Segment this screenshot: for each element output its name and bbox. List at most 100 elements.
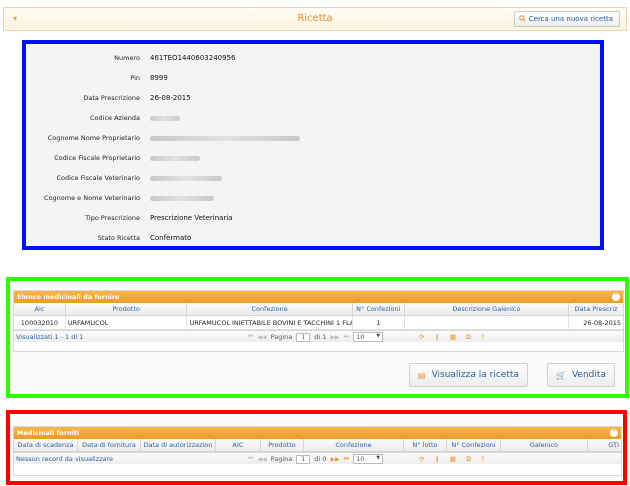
detail-label: Cognome e Nome Veterinario	[44, 194, 140, 202]
redacted-value	[150, 156, 200, 161]
column-header-confezione[interactable]: Confezione	[187, 303, 353, 315]
page-size-select[interactable]: 10 ▼	[353, 332, 384, 342]
column-header-galenico[interactable]: Galenico	[501, 439, 588, 451]
first-page-icon[interactable]: ⏮	[248, 333, 253, 341]
column-header-prodotto[interactable]: Prodotto	[66, 303, 188, 315]
help-icon[interactable]: ?	[481, 333, 484, 342]
pager-navigation: ⏮ ◀◀ Pagina 1 di 0 ▶▶ ⏭ 10 ▼	[248, 454, 384, 464]
medicines-to-supply-section: Elenco medicinali da fornire ⌃ Aic Prodo…	[6, 277, 629, 398]
grid-title: Elenco medicinali da fornire ⌃	[14, 291, 623, 303]
prev-page-icon[interactable]: ◀◀	[257, 456, 266, 463]
column-header-gtin[interactable]: GTI	[588, 439, 621, 451]
detail-row-codice-fiscale-proprietario: Codice Fiscale Proprietario	[26, 154, 600, 166]
collapse-icon[interactable]: ⌃	[610, 429, 618, 437]
column-header-aic[interactable]: AIC	[216, 439, 261, 451]
column-header-data-autorizzazione[interactable]: Data di autorizzazion	[141, 439, 216, 451]
medicines-supplied-section: Medicinali forniti ⌃ Data di scadenza Da…	[6, 410, 627, 485]
detail-row-pin: Pin 8999	[26, 74, 600, 86]
column-header-aic[interactable]: Aic	[14, 303, 66, 315]
page-label: Pagina	[270, 455, 293, 463]
detail-value: 26-08-2015	[150, 94, 191, 102]
redacted-value	[150, 196, 214, 201]
search-new-prescription-label: Cerca una nuova ricetta	[528, 15, 613, 23]
detail-row-stato-ricetta: Stato Ricetta Confermato	[26, 234, 600, 246]
popout-icon[interactable]: ⧉	[466, 455, 471, 464]
search-new-prescription-button[interactable]: Cerca una nuova ricetta	[513, 11, 620, 27]
refresh-icon[interactable]: ⟳	[419, 333, 424, 342]
column-header-data-fornitura[interactable]: Data di fornitura	[78, 439, 141, 451]
cart-icon: 🛒	[556, 370, 566, 380]
redacted-value	[150, 116, 180, 121]
view-prescription-button[interactable]: ▤ Visualizza la ricetta	[409, 363, 528, 387]
export-icon[interactable]: ▦	[450, 455, 456, 464]
last-page-icon[interactable]: ⏭	[344, 455, 349, 463]
cell-data-prescrizione: 26-08-2015	[583, 319, 622, 327]
column-header-n-confezioni[interactable]: N° Confezioni	[353, 303, 405, 315]
view-prescription-label: Visualizza la ricetta	[431, 370, 519, 380]
chevron-down-icon: ▼	[376, 455, 381, 461]
sell-button[interactable]: 🛒 Vendita	[547, 363, 615, 387]
redacted-value	[150, 176, 222, 181]
detail-label: Numero	[114, 54, 140, 62]
column-header-prodotto[interactable]: Prodotto	[261, 439, 304, 451]
table-row[interactable]: 100032010 URFAMUCOL URFAMUCOL INIETTABIL…	[14, 316, 623, 330]
cell-prodotto: URFAMUCOL	[66, 316, 188, 329]
column-header-descrizione-galenico[interactable]: Descrizione Galenico	[405, 303, 570, 315]
column-header-n-confezioni[interactable]: N° Confezioni	[447, 439, 501, 451]
grid-column-headers: Aic Prodotto Confezione N° Confezioni De…	[14, 303, 623, 316]
page-size-select[interactable]: 10 ▼	[353, 454, 384, 464]
detail-label: Data Prescrizione	[83, 94, 140, 102]
cell-descrizione-galenico	[405, 316, 570, 329]
detail-label: Tipo Prescrizione	[85, 214, 140, 222]
column-header-data-scadenza[interactable]: Data di scadenza	[14, 439, 78, 451]
detail-label: Codice Azienda	[90, 114, 140, 122]
next-page-icon[interactable]: ▶▶	[330, 334, 339, 341]
pager-info: Visualizzati 1 - 1 di 1	[16, 333, 84, 341]
grid-title-label: Medicinali forniti	[17, 429, 80, 437]
pager-navigation: ⏮ ◀◀ Pagina 1 di 1 ▶▶ ⏭ 10 ▼	[248, 332, 384, 342]
detail-row-cognome-nome-veterinario: Cognome e Nome Veterinario	[26, 194, 600, 206]
grid-title-label: Elenco medicinali da fornire	[17, 293, 120, 301]
detail-label: Cognome Nome Proprietario	[47, 134, 140, 142]
refresh-icon[interactable]: ⟳	[419, 455, 424, 464]
detail-row-numero: Numero 461TEO1440603240956	[26, 54, 600, 66]
page-header: ▾ Ricetta Cerca una nuova ricetta	[3, 7, 627, 31]
page-number-input[interactable]: 1	[296, 454, 311, 464]
grid-toolbar: ⟳ ❙ ▦ ⧉ ?	[419, 455, 484, 464]
grid-column-headers: Data di scadenza Data di fornitura Data …	[14, 439, 621, 452]
page-size-value: 10	[356, 455, 365, 463]
detail-row-codice-fiscale-veterinario: Codice Fiscale Veterinario	[26, 174, 600, 186]
page-number-input[interactable]: 1	[296, 332, 311, 342]
sell-label: Vendita	[571, 370, 606, 380]
detail-label: Pin	[130, 74, 140, 82]
document-icon: ▤	[418, 370, 426, 380]
redacted-value	[150, 136, 300, 141]
page-size-value: 10	[356, 333, 365, 341]
detail-value: Prescrizione Veterinaria	[150, 214, 233, 222]
column-header-n-lotto[interactable]: N° lotto	[404, 439, 447, 451]
collapse-icon[interactable]: ⌃	[612, 293, 620, 301]
prev-page-icon[interactable]: ◀◀	[257, 334, 266, 341]
cell-aic: 100032010	[14, 316, 66, 329]
last-page-icon[interactable]: ⏭	[344, 333, 349, 341]
detail-row-data-prescrizione: Data Prescrizione 26-08-2015	[26, 94, 600, 106]
export-icon[interactable]: ▦	[450, 333, 456, 342]
detail-value: 8999	[150, 74, 168, 82]
column-header-data-prescrizione[interactable]: Data Prescriz	[569, 303, 623, 315]
page-of-label: di 0	[314, 455, 327, 463]
columns-icon[interactable]: ❙	[434, 455, 439, 464]
medicines-to-supply-grid: Elenco medicinali da fornire ⌃ Aic Prodo…	[13, 290, 624, 352]
grid-pager: Nessun record da visualizzare ⏮ ◀◀ Pagin…	[14, 452, 621, 464]
next-page-icon[interactable]: ▶▶	[330, 456, 339, 463]
search-icon	[518, 14, 526, 24]
medicines-supplied-grid: Medicinali forniti ⌃ Data di scadenza Da…	[13, 426, 622, 476]
cell-confezione: URFAMUCOL INIETTABILE BOVINI E TACCHINI …	[187, 316, 353, 329]
columns-icon[interactable]: ❙	[434, 333, 439, 342]
pager-info: Nessun record da visualizzare	[16, 455, 114, 463]
first-page-icon[interactable]: ⏮	[248, 455, 253, 463]
help-icon[interactable]: ?	[481, 455, 484, 464]
column-header-confezione[interactable]: Confezione	[304, 439, 404, 451]
detail-label: Stato Ricetta	[97, 234, 140, 242]
detail-label: Codice Fiscale Veterinario	[56, 174, 141, 182]
popout-icon[interactable]: ⧉	[466, 333, 471, 342]
